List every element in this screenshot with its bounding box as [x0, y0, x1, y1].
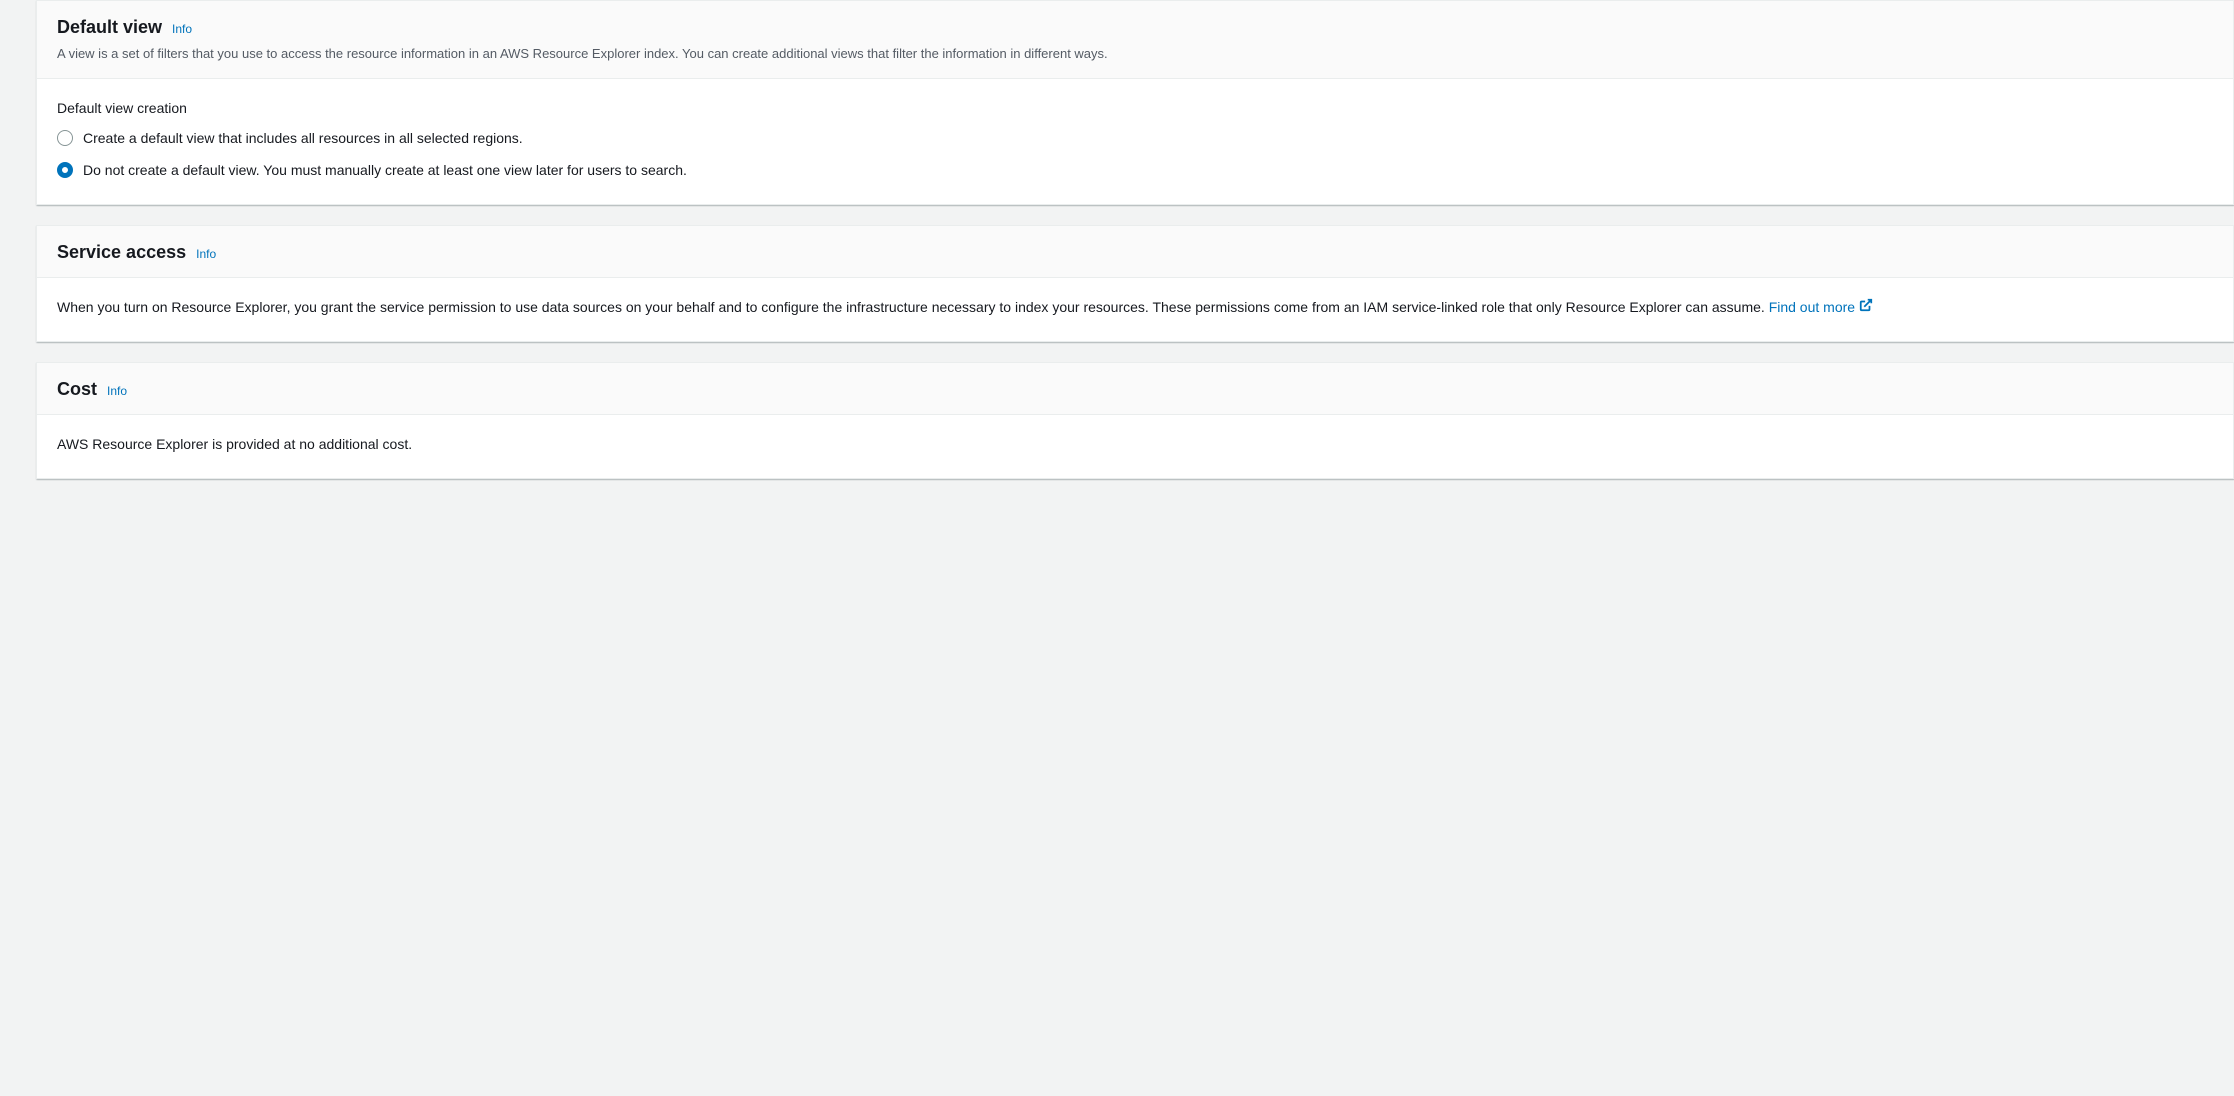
service-access-info-link[interactable]: Info	[196, 247, 216, 261]
default-view-header: Default view Info A view is a set of fil…	[37, 1, 2233, 79]
cost-header: Cost Info	[37, 363, 2233, 415]
cost-body: AWS Resource Explorer is provided at no …	[37, 415, 2233, 477]
default-view-description: A view is a set of filters that you use …	[57, 44, 2213, 64]
radio-icon	[57, 130, 73, 146]
service-access-panel: Service access Info When you turn on Res…	[36, 225, 2234, 342]
default-view-title: Default view	[57, 17, 162, 38]
cost-title: Cost	[57, 379, 97, 400]
default-view-info-link[interactable]: Info	[172, 22, 192, 36]
external-link-icon	[1859, 296, 1873, 318]
default-view-creation-label: Default view creation	[57, 97, 2213, 119]
find-out-more-text: Find out more	[1769, 299, 1855, 315]
radio-label: Do not create a default view. You must m…	[83, 159, 687, 181]
service-access-body: When you turn on Resource Explorer, you …	[37, 278, 2233, 341]
cost-panel: Cost Info AWS Resource Explorer is provi…	[36, 362, 2234, 478]
service-access-text: When you turn on Resource Explorer, you …	[57, 296, 2213, 319]
cost-info-link[interactable]: Info	[107, 384, 127, 398]
radio-option-no-default[interactable]: Do not create a default view. You must m…	[57, 159, 2213, 181]
default-view-radio-group: Create a default view that includes all …	[57, 127, 2213, 182]
default-view-panel: Default view Info A view is a set of fil…	[36, 0, 2234, 205]
default-view-body: Default view creation Create a default v…	[37, 79, 2233, 204]
radio-icon	[57, 162, 73, 178]
find-out-more-link[interactable]: Find out more	[1769, 299, 1873, 315]
radio-option-create-default[interactable]: Create a default view that includes all …	[57, 127, 2213, 149]
service-access-body-text: When you turn on Resource Explorer, you …	[57, 299, 1769, 315]
cost-body-text: AWS Resource Explorer is provided at no …	[57, 433, 2213, 455]
service-access-title: Service access	[57, 242, 186, 263]
radio-label: Create a default view that includes all …	[83, 127, 523, 149]
service-access-header: Service access Info	[37, 226, 2233, 278]
